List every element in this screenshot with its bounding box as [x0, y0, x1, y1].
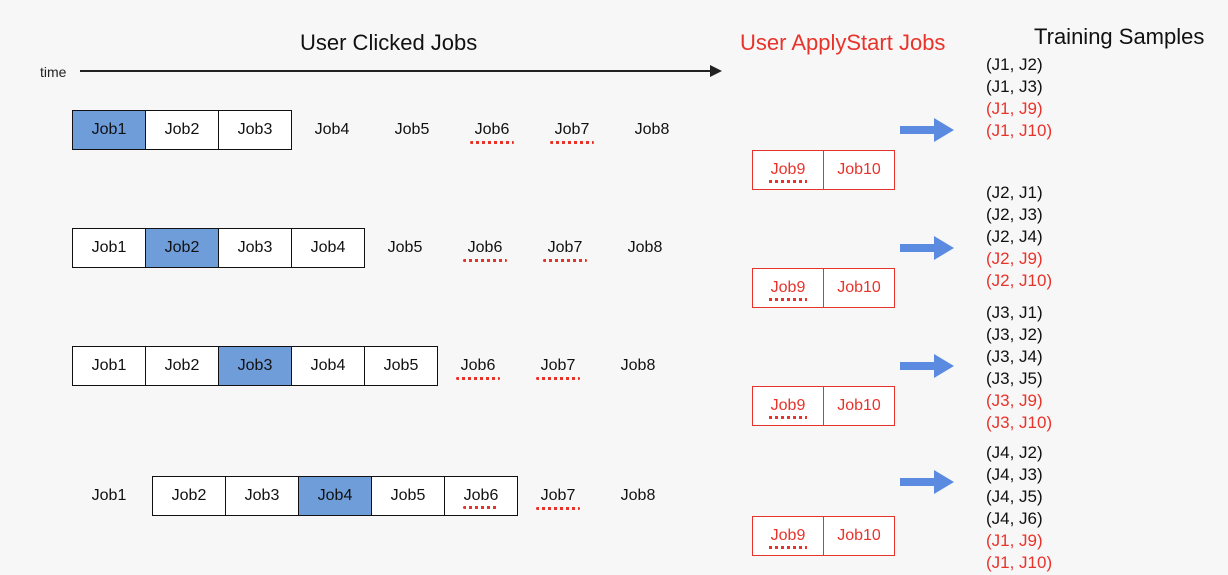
- sample-pair: (J1, J10): [986, 120, 1052, 142]
- job-cell: Job5: [365, 228, 445, 268]
- apply-jobs-row-3: Job9 Job10: [752, 386, 895, 426]
- time-label: time: [40, 64, 66, 80]
- training-samples-row-1: (J1, J2) (J1, J3) (J1, J9) (J1, J10): [986, 54, 1052, 142]
- apply-job-cell: Job10: [823, 150, 895, 190]
- job-cell: Job7: [525, 228, 605, 268]
- arrow-icon: [900, 240, 954, 256]
- job-cell: Job6: [444, 476, 518, 516]
- job-cell: Job8: [598, 346, 678, 386]
- sample-pair: (J4, J6): [986, 508, 1052, 530]
- training-samples-row-4: (J4, J2) (J4, J3) (J4, J5) (J4, J6) (J1,…: [986, 442, 1052, 575]
- clicked-jobs-row-3: Job1 Job2 Job3 Job4 Job5 Job6 Job7 Job8: [72, 346, 678, 386]
- sample-pair: (J2, J3): [986, 204, 1052, 226]
- sample-pair: (J4, J3): [986, 464, 1052, 486]
- sample-pair: (J3, J5): [986, 368, 1052, 390]
- sample-pair: (J1, J2): [986, 54, 1052, 76]
- training-samples-row-3: (J3, J1) (J3, J2) (J3, J4) (J3, J5) (J3,…: [986, 302, 1052, 435]
- sample-pair: (J1, J3): [986, 76, 1052, 98]
- job-cell: Job6: [452, 110, 532, 150]
- sample-pair: (J3, J2): [986, 324, 1052, 346]
- apply-job-cell: Job9: [752, 268, 824, 308]
- job-cell: Job6: [445, 228, 525, 268]
- job-cell: Job4: [291, 228, 365, 268]
- clicked-jobs-row-2: Job1 Job2 Job3 Job4 Job5 Job6 Job7 Job8: [72, 228, 685, 268]
- job-cell: Job4: [298, 476, 372, 516]
- clicked-jobs-row-4: Job1 Job2 Job3 Job4 Job5 Job6 Job7 Job8: [72, 476, 678, 516]
- job-cell: Job8: [605, 228, 685, 268]
- job-cell: Job2: [145, 110, 219, 150]
- arrow-icon: [900, 122, 954, 138]
- row-2: Job1 Job2 Job3 Job4 Job5 Job6 Job7 Job8 …: [72, 228, 685, 268]
- job-cell: Job1: [72, 110, 146, 150]
- row-4: Job1 Job2 Job3 Job4 Job5 Job6 Job7 Job8 …: [72, 476, 678, 516]
- job-cell: Job3: [218, 110, 292, 150]
- training-samples-row-2: (J2, J1) (J2, J3) (J2, J4) (J2, J9) (J2,…: [986, 182, 1052, 292]
- sample-pair: (J1, J9): [986, 530, 1052, 552]
- training-samples-title: Training Samples: [1034, 24, 1204, 50]
- applystart-jobs-title: User ApplyStart Jobs: [740, 30, 945, 56]
- time-axis-arrow: [80, 70, 720, 72]
- arrow-icon: [900, 474, 954, 490]
- row-1: Job1 Job2 Job3 Job4 Job5 Job6 Job7 Job8 …: [72, 110, 692, 150]
- sample-pair: (J2, J4): [986, 226, 1052, 248]
- job-cell: Job8: [612, 110, 692, 150]
- job-cell: Job2: [152, 476, 226, 516]
- job-cell: Job3: [225, 476, 299, 516]
- job-cell: Job7: [518, 476, 598, 516]
- apply-job-cell: Job10: [823, 386, 895, 426]
- apply-job-cell: Job9: [752, 516, 824, 556]
- job-cell: Job4: [291, 346, 365, 386]
- apply-job-cell: Job10: [823, 516, 895, 556]
- sample-pair: (J2, J9): [986, 248, 1052, 270]
- sample-pair: (J1, J9): [986, 98, 1052, 120]
- row-3: Job1 Job2 Job3 Job4 Job5 Job6 Job7 Job8 …: [72, 346, 678, 386]
- job-cell: Job2: [145, 228, 219, 268]
- sample-pair: (J3, J10): [986, 412, 1052, 434]
- diagram-canvas: { "titles": { "clicked": "User Clicked J…: [0, 0, 1228, 568]
- apply-jobs-row-1: Job9 Job10: [752, 150, 895, 190]
- job-cell: Job4: [292, 110, 372, 150]
- job-cell: Job6: [438, 346, 518, 386]
- job-cell: Job7: [532, 110, 612, 150]
- sample-pair: (J3, J4): [986, 346, 1052, 368]
- sample-pair: (J4, J2): [986, 442, 1052, 464]
- apply-jobs-row-2: Job9 Job10: [752, 268, 895, 308]
- sample-pair: (J2, J10): [986, 270, 1052, 292]
- sample-pair: (J4, J5): [986, 486, 1052, 508]
- job-cell: Job3: [218, 228, 292, 268]
- sample-pair: (J3, J1): [986, 302, 1052, 324]
- job-cell: Job2: [145, 346, 219, 386]
- job-cell: Job7: [518, 346, 598, 386]
- apply-jobs-row-4: Job9 Job10: [752, 516, 895, 556]
- sample-pair: (J2, J1): [986, 182, 1052, 204]
- job-cell: Job5: [372, 110, 452, 150]
- job-cell: Job8: [598, 476, 678, 516]
- apply-job-cell: Job9: [752, 386, 824, 426]
- clicked-jobs-title: User Clicked Jobs: [300, 30, 477, 56]
- sample-pair: (J3, J9): [986, 390, 1052, 412]
- job-cell: Job1: [72, 228, 146, 268]
- job-cell: Job1: [72, 346, 146, 386]
- job-cell: Job5: [364, 346, 438, 386]
- sample-pair: (J1, J10): [986, 552, 1052, 574]
- apply-job-cell: Job10: [823, 268, 895, 308]
- job-cell: Job3: [218, 346, 292, 386]
- job-cell: Job5: [371, 476, 445, 516]
- job-cell: Job1: [72, 476, 146, 516]
- clicked-jobs-row-1: Job1 Job2 Job3 Job4 Job5 Job6 Job7 Job8: [72, 110, 692, 150]
- apply-job-cell: Job9: [752, 150, 824, 190]
- arrow-icon: [900, 358, 954, 374]
